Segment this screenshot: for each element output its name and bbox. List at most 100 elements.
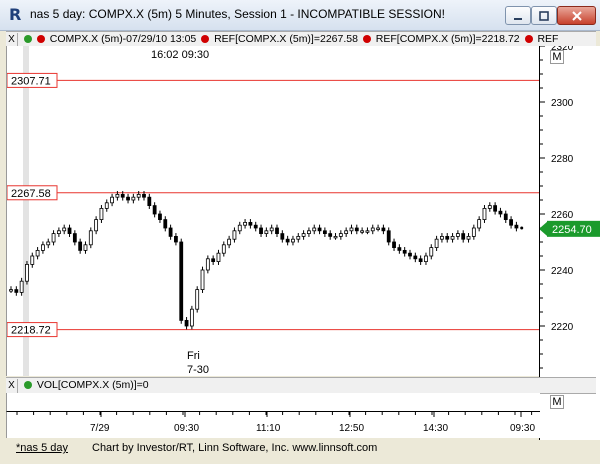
- candle-down: [248, 221, 253, 226]
- candle-up: [232, 230, 237, 240]
- candle-up: [376, 227, 380, 230]
- candle-down: [179, 241, 184, 321]
- maximize-pane-button[interactable]: M: [550, 50, 564, 64]
- candle-down: [381, 227, 386, 232]
- candle-up: [9, 289, 13, 292]
- candle-up: [349, 227, 354, 232]
- price-chart[interactable]: 2307.71 2267.58 2218.72 16:02 09:30 Fri 7-30: [7, 46, 540, 376]
- candle-up: [291, 238, 295, 243]
- candle-up: [200, 269, 205, 291]
- ref3-color-icon: [524, 35, 533, 43]
- candle-up: [333, 235, 338, 239]
- maximize-button[interactable]: [531, 6, 557, 25]
- close-button[interactable]: [557, 6, 596, 25]
- candle-up: [429, 247, 434, 257]
- ref-label: 2307.71: [11, 75, 51, 87]
- close-pane-button[interactable]: X: [6, 33, 18, 47]
- candle-up: [83, 244, 88, 251]
- candle-down: [408, 252, 412, 257]
- candle-down: [158, 213, 162, 220]
- candle-down: [386, 230, 391, 243]
- time-tick-label: 12:50: [339, 423, 364, 434]
- candle-down: [142, 193, 146, 198]
- candle-down: [402, 249, 407, 254]
- candle-up: [94, 219, 99, 232]
- candle-up: [205, 258, 210, 271]
- time-axis[interactable]: 7/29 09:30 11:10 12:50 14:30 09:30: [6, 411, 540, 438]
- ref3-label[interactable]: REF: [537, 33, 558, 45]
- current-price-label: 2254.70: [552, 224, 592, 236]
- volume-indicator-header: X VOL[COMPX.X (5m)]=0: [6, 377, 596, 394]
- series-status-icon: [23, 35, 32, 43]
- minimize-icon: [514, 17, 522, 20]
- candle-down: [514, 224, 519, 229]
- candle-up: [19, 280, 24, 293]
- candle-down: [418, 258, 423, 263]
- app-window: R nas 5 day: COMPX.X (5m) 5 Minutes, Ses…: [0, 0, 600, 464]
- candle-down: [397, 247, 402, 251]
- candle-down: [253, 224, 258, 229]
- candle-up: [477, 219, 482, 229]
- candle-down: [126, 196, 130, 201]
- candle-down: [163, 219, 168, 229]
- volume-pane[interactable]: [6, 393, 540, 411]
- candle-down: [461, 233, 466, 240]
- candle-up: [99, 207, 104, 220]
- maximize-volume-pane-button[interactable]: M: [550, 395, 564, 409]
- candle-down: [152, 205, 157, 215]
- candle-down: [493, 205, 498, 212]
- candle-up: [189, 308, 194, 327]
- current-price-arrow: [539, 221, 547, 236]
- close-volume-pane-button[interactable]: X: [6, 379, 18, 393]
- candle-up: [365, 230, 370, 233]
- series-label[interactable]: COMPX.X (5m)-07/29/10 13:05: [50, 33, 196, 45]
- candle-down: [354, 227, 359, 232]
- candle-up: [237, 224, 242, 232]
- chart-tab[interactable]: *nas 5 day: [16, 442, 68, 454]
- maximize-icon: [539, 10, 549, 21]
- price-tick-label: 2220: [551, 322, 574, 333]
- window-title: nas 5 day: COMPX.X (5m) 5 Minutes, Sessi…: [30, 7, 446, 21]
- day-label: Fri: [187, 350, 200, 362]
- time-tick-label: 09:30: [510, 423, 535, 434]
- candle-down: [498, 210, 503, 215]
- top-time-label: 16:02 09:30: [151, 49, 209, 61]
- ref2-label[interactable]: REF[COMPX.X (5m)]=2218.72: [376, 33, 520, 45]
- candle-up: [115, 193, 120, 198]
- candle-up: [131, 196, 136, 201]
- candle-up: [338, 233, 343, 237]
- candle-up: [344, 230, 349, 235]
- candle-down: [174, 235, 178, 243]
- candle-up: [424, 255, 428, 262]
- candle-up: [301, 233, 306, 237]
- candle-up: [88, 230, 93, 246]
- candle-up: [62, 227, 67, 232]
- candle-down: [78, 241, 83, 251]
- price-tick-label: 2240: [551, 266, 574, 277]
- candle-down: [503, 213, 508, 220]
- candle-down: [168, 227, 173, 237]
- time-tick-label: 11:10: [256, 423, 281, 434]
- candle-up: [104, 202, 109, 209]
- candle-down: [259, 227, 263, 234]
- candle-down: [72, 233, 77, 243]
- candle-down: [147, 196, 152, 206]
- minimize-button[interactable]: [505, 6, 531, 25]
- candle-up: [221, 244, 226, 254]
- candle-up: [296, 235, 301, 240]
- candle-up: [35, 249, 40, 257]
- volume-label[interactable]: VOL[COMPX.X (5m)]=0: [37, 379, 149, 391]
- time-tick-label: 14:30: [423, 423, 448, 434]
- price-chart-area[interactable]: 2307.71 2267.58 2218.72 16:02 09:30 Fri 7-30: [6, 46, 540, 376]
- candle-up: [30, 255, 35, 265]
- ref1-label[interactable]: REF[COMPX.X (5m)]=2267.58: [214, 33, 358, 45]
- candle-up: [450, 235, 455, 240]
- candle-up: [195, 289, 200, 310]
- candle-up: [110, 196, 114, 204]
- candle-down: [275, 227, 279, 234]
- date-label: 7-30: [187, 364, 209, 376]
- candle-up: [471, 227, 476, 237]
- title-bar[interactable]: R nas 5 day: COMPX.X (5m) 5 Minutes, Ses…: [0, 0, 600, 31]
- candle-up: [51, 233, 56, 243]
- candle-up: [360, 230, 365, 233]
